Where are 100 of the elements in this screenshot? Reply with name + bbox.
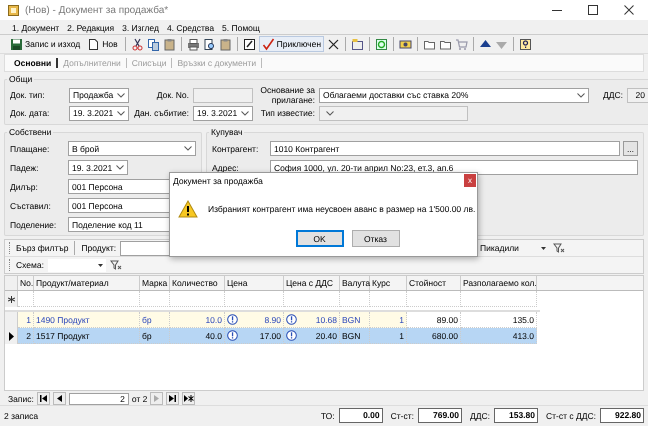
dialog-button[interactable]: OK — [296, 230, 344, 247]
column-header[interactable]: Стойност — [407, 276, 461, 290]
row-pointer-icon — [8, 332, 14, 340]
table-cell: 413.0 — [461, 328, 537, 344]
table-cell: бр — [140, 312, 170, 328]
column-header[interactable]: Курс — [370, 276, 407, 290]
dialog-button[interactable]: Отказ — [352, 230, 400, 247]
column-header[interactable]: Разполагаемо кол. — [461, 276, 537, 290]
table-cell: 10.0 — [170, 312, 225, 328]
dropdown-field[interactable]: 19. 3.2021 — [69, 106, 129, 120]
column-header[interactable]: Цена с ДДС — [284, 276, 340, 290]
table-cell: 1 — [370, 328, 407, 344]
info-icon[interactable] — [286, 330, 297, 341]
last-record-icon[interactable] — [166, 392, 180, 405]
column-header[interactable]: Валута — [340, 276, 370, 290]
maximize-icon[interactable] — [588, 5, 598, 15]
field-label: Поделение: — [10, 220, 58, 230]
filter-icon[interactable] — [110, 259, 122, 271]
preview-icon[interactable] — [202, 38, 216, 50]
tab[interactable]: Основни — [9, 58, 58, 68]
clipboard-icon[interactable] — [218, 38, 232, 50]
close-button[interactable]: x — [464, 174, 476, 187]
table-cell: 1490 Продукт — [34, 312, 140, 328]
dropdown-field[interactable]: В брой — [68, 141, 196, 156]
new-button[interactable]: Нов — [85, 36, 120, 52]
copy-icon[interactable] — [146, 38, 160, 50]
table-cell: BGN — [340, 312, 370, 328]
column-header[interactable]: Цена — [225, 276, 284, 290]
column-header[interactable]: No. — [18, 276, 34, 290]
field-label: Док. тип: — [10, 90, 46, 100]
checkmark-icon[interactable] — [262, 38, 275, 50]
info-icon[interactable] — [227, 314, 238, 325]
dropdown-field[interactable]: Облагаеми доставки със ставка 20% — [319, 88, 589, 102]
group-title: Собствени — [8, 127, 52, 137]
menu-item[interactable]: 1. Документ — [12, 22, 60, 32]
field-label: Схема: — [16, 260, 44, 270]
table-cell: 1 — [18, 312, 34, 328]
field-label: Дан. събитие: — [133, 108, 189, 118]
table-cell: 1 — [370, 312, 407, 328]
field-label: Плащане: — [10, 144, 50, 154]
record-count: от 2 — [132, 394, 148, 404]
previous-record-icon[interactable] — [52, 392, 66, 405]
dialog-message: Избраният контрагент има неусвоен аванс в размер на 1'500.00 лв. — [208, 204, 476, 214]
total-field: 769.00 — [418, 408, 462, 423]
total-label: ТО: — [320, 410, 335, 420]
table-cell: 2 — [18, 328, 34, 344]
chevron-icon — [326, 110, 334, 116]
info-icon[interactable] — [286, 314, 297, 325]
first-record-icon[interactable] — [36, 392, 50, 405]
card-icon[interactable] — [399, 38, 412, 50]
cell-text: 8.90 — [263, 314, 281, 324]
menu-item[interactable]: 4. Средства — [166, 22, 214, 32]
page-icon[interactable] — [87, 38, 100, 50]
field-label: Док. дата: — [10, 108, 50, 118]
warning-icon — [178, 200, 198, 218]
table-row[interactable]: 1 1490 Продукт бр 10.0 8.90 10.68 BGN 1 89.00 135.0 — [5, 312, 643, 328]
chevron-icon — [116, 165, 124, 170]
menu-item[interactable]: 2. Редакция — [67, 22, 114, 32]
field-label: Дилър: — [10, 182, 39, 192]
total-field: 0.00 — [338, 408, 383, 423]
table-cell: 1517 Продукт — [34, 328, 140, 344]
floppy-icon[interactable] — [10, 38, 23, 50]
field-label: Док. No. — [156, 90, 189, 100]
record-number-field[interactable]: 2 — [68, 392, 129, 404]
quick-filter-label: Бърз филтър — [16, 243, 68, 253]
finish-button[interactable]: Приключен — [258, 36, 324, 52]
scissors-icon[interactable] — [130, 38, 144, 50]
help-icon[interactable] — [519, 38, 532, 50]
navigator-label: Запис: — [8, 394, 34, 404]
total-field: 153.80 — [494, 408, 538, 423]
info-icon[interactable] — [227, 330, 238, 341]
dropdown-field[interactable]: Продажба — [69, 88, 129, 102]
table-cell — [370, 291, 407, 307]
dropdown-field[interactable]: Пикадили — [477, 242, 549, 254]
column-header[interactable]: Количество — [170, 276, 225, 290]
field-label: Продукт: — [81, 243, 116, 253]
new-record-icon[interactable] — [182, 392, 196, 405]
cross-icon[interactable] — [327, 38, 340, 50]
column-header[interactable]: Продукт/материал — [34, 276, 140, 290]
filter-icon[interactable] — [553, 242, 565, 254]
edit-page-icon[interactable] — [242, 38, 256, 50]
input-field[interactable]: 1010 Контрагент — [270, 141, 620, 156]
table-cell — [225, 291, 284, 307]
clipboard-icon[interactable] — [162, 38, 176, 50]
close-icon[interactable] — [624, 5, 634, 15]
menu-item[interactable]: 3. Изглед — [122, 22, 159, 32]
dropdown-field[interactable] — [48, 258, 106, 272]
asterisk-icon — [8, 296, 14, 302]
table-icon[interactable] — [351, 38, 364, 50]
printer-icon[interactable] — [186, 38, 200, 50]
cell-text: 17.00 — [258, 330, 281, 340]
save-and-exit-button[interactable]: Запис и изход — [8, 36, 82, 52]
dropdown-field[interactable]: 19. 3.2021 — [68, 160, 128, 175]
menu-item[interactable]: 5. Помощ — [222, 22, 260, 32]
table-row[interactable]: 2 1517 Продукт бр 40.0 17.00 20.40 BGN 1 680.00 413.0 — [5, 328, 643, 344]
dropdown-field[interactable]: 19. 3.2021 — [193, 106, 253, 120]
browse-button[interactable]: ... — [623, 141, 638, 156]
column-header[interactable]: Марка — [140, 276, 170, 290]
refresh-icon[interactable] — [375, 38, 388, 50]
field-label: ДДС: — [602, 90, 623, 100]
